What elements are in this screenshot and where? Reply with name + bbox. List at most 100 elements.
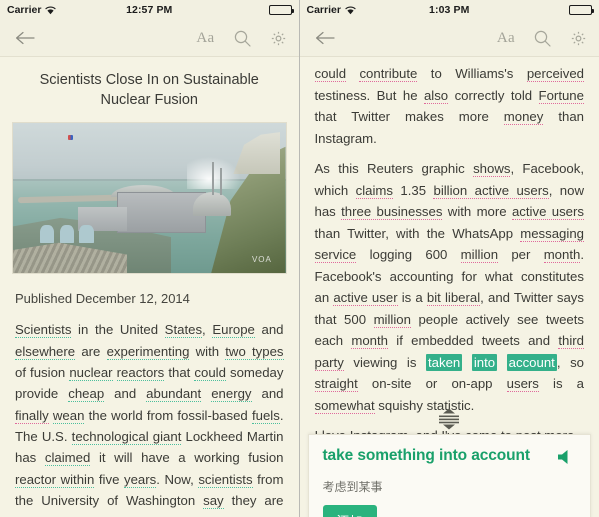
nav-toolbar: Aa — [0, 20, 299, 57]
battery-full-icon — [268, 5, 294, 15]
selected-word[interactable]: into — [471, 353, 498, 371]
article-paragraph[interactable]: Scientists in the United States, Europe … — [15, 319, 284, 517]
marked-word[interactable]: billion active users — [433, 182, 549, 199]
back-arrow-icon[interactable] — [12, 25, 38, 51]
marked-word[interactable]: two types — [225, 343, 284, 360]
popup-header: take something into account — [323, 447, 577, 471]
marked-word[interactable]: fuels — [251, 407, 280, 424]
plain-text: and — [254, 322, 284, 338]
plain-text — [346, 66, 359, 81]
marked-word[interactable]: claimed — [44, 450, 91, 467]
marked-word[interactable]: years — [123, 471, 157, 488]
left-phone-screen: Carrier 12:57 PM Aa Scientists Close In … — [0, 0, 299, 517]
plain-text: with — [189, 343, 226, 359]
right-phone-screen: Carrier 1:03 PM Aa could contribute to W… — [298, 0, 599, 517]
carrier-label: Carrier — [306, 4, 341, 16]
marked-word[interactable]: contribute — [359, 66, 418, 82]
plain-text: viewing is — [343, 354, 426, 370]
article-scroll-area[interactable]: Scientists Close In on Sustainable Nucle… — [0, 57, 299, 517]
marked-word[interactable]: Scientists — [15, 322, 72, 339]
marked-word[interactable]: bit liberal — [426, 290, 481, 307]
reader-scroll-area[interactable]: could contribute to Williams's perceived… — [299, 57, 599, 517]
plain-text: to Williams's — [417, 66, 527, 81]
marked-word[interactable]: active users — [511, 204, 584, 221]
marked-word[interactable]: Europe — [212, 322, 255, 339]
gear-icon[interactable] — [270, 30, 287, 47]
plain-text: that — [164, 364, 195, 380]
marked-word[interactable]: active user — [333, 290, 398, 307]
dual-screenshot-stage: Carrier 12:57 PM Aa Scientists Close In … — [0, 0, 599, 517]
drag-handle-icon[interactable] — [432, 408, 466, 430]
status-bar-left: Carrier — [7, 4, 57, 16]
marked-word[interactable]: million — [373, 311, 411, 328]
plain-text: of fusion — [15, 364, 70, 380]
marked-word[interactable]: million — [460, 247, 499, 264]
marked-word[interactable]: wean — [52, 407, 85, 424]
search-icon[interactable] — [534, 30, 551, 47]
plain-text: As this Reuters graphic — [314, 161, 474, 177]
marked-word[interactable]: States — [164, 322, 203, 339]
marked-word[interactable]: month — [543, 247, 581, 264]
plain-text: . Now, — [156, 471, 199, 487]
plain-text: , so — [556, 354, 585, 370]
marked-word[interactable]: Fortune — [538, 87, 584, 104]
reader-paragraph-1[interactable]: could contribute to Williams's perceived… — [314, 63, 584, 149]
gear-icon[interactable] — [570, 30, 587, 47]
marked-word[interactable]: straight — [314, 376, 358, 393]
plain-text: and — [251, 386, 284, 402]
selected-word[interactable]: account — [506, 353, 557, 371]
marked-word[interactable]: reactors — [116, 364, 165, 381]
marked-word[interactable]: somewhat — [314, 397, 375, 414]
marked-word[interactable]: users — [506, 376, 539, 393]
published-date: Published December 12, 2014 — [15, 291, 190, 307]
marked-word[interactable]: service — [314, 247, 357, 264]
marked-word[interactable]: elsewhere — [15, 343, 76, 360]
marked-word[interactable]: say — [203, 493, 224, 510]
dictionary-popup: take something into account 考虑到某事 添加 — [307, 434, 591, 517]
plain-text: is a — [397, 290, 427, 306]
marked-word[interactable]: perceived — [526, 66, 584, 82]
marked-word[interactable]: claims — [355, 182, 393, 199]
plain-text: with more — [442, 204, 512, 220]
reader-paragraph-2[interactable]: As this Reuters graphic shows, Facebook,… — [314, 158, 585, 416]
marked-word[interactable]: three businesses — [341, 204, 443, 221]
marked-word[interactable]: could — [194, 364, 226, 381]
plain-text: logging 600 — [356, 247, 461, 263]
nav-actions: Aa — [196, 30, 286, 47]
back-arrow-icon[interactable] — [312, 25, 338, 51]
marked-word[interactable]: money — [503, 109, 544, 126]
marked-word[interactable]: finally — [15, 407, 49, 424]
speaker-icon[interactable] — [556, 448, 576, 471]
font-size-button[interactable]: Aa — [196, 30, 214, 47]
plain-text — [201, 386, 211, 401]
marked-word[interactable]: could — [314, 66, 347, 82]
plain-text: are — [75, 343, 107, 359]
selected-word[interactable]: taken — [426, 353, 463, 371]
image-watermark: VOA — [251, 255, 272, 265]
marked-word[interactable]: scientists — [198, 471, 253, 488]
marked-word[interactable]: reactor within — [15, 471, 95, 488]
marked-word[interactable]: technological giant — [71, 429, 182, 445]
search-icon[interactable] — [234, 30, 251, 47]
dictionary-term: take something into account — [322, 447, 531, 464]
plain-text: five — [94, 471, 124, 487]
status-bar-left: Carrier — [307, 4, 356, 16]
marked-word[interactable]: experimenting — [106, 343, 190, 360]
nav-toolbar: Aa — [299, 20, 599, 57]
marked-word[interactable]: month — [351, 333, 389, 350]
wifi-icon — [45, 6, 57, 15]
font-size-button[interactable]: Aa — [497, 30, 515, 47]
add-to-vocabulary-button[interactable]: 添加 — [322, 505, 377, 517]
marked-word[interactable]: shows — [473, 161, 511, 178]
marked-word[interactable]: abundant — [146, 386, 202, 403]
marked-word[interactable]: energy — [211, 386, 252, 403]
marked-word[interactable]: cheap — [68, 386, 105, 403]
marked-word[interactable]: nuclear — [69, 364, 113, 381]
plain-text: is a — [538, 376, 585, 392]
marked-word[interactable]: messaging — [520, 225, 584, 242]
dictionary-translation: 考虑到某事 — [322, 480, 383, 494]
broadcast-logo-icon — [67, 135, 73, 141]
plain-text: in the United — [71, 322, 165, 338]
wifi-icon — [345, 6, 356, 15]
marked-word[interactable]: also — [423, 87, 449, 104]
